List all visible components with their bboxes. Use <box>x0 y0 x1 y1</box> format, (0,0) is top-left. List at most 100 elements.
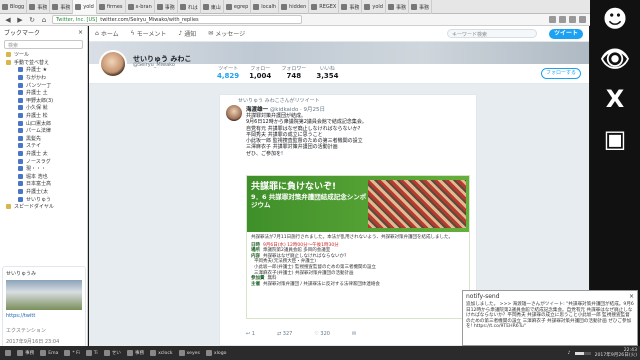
preview-url[interactable]: https://twitt <box>6 313 82 319</box>
bookmark-item[interactable]: 甲野太郎(3) <box>0 97 87 105</box>
taskbar-item[interactable]: * Fi <box>62 348 81 359</box>
bookmark-item[interactable]: せいりゅう <box>0 195 87 203</box>
close-icon[interactable]: × <box>629 293 634 300</box>
taskbar-item[interactable]: xclock <box>148 348 174 359</box>
bookmark-item[interactable]: 弁護士 土 <box>0 89 87 97</box>
stat-likes[interactable]: いいね 3,354 <box>316 65 338 80</box>
favicon-icon <box>253 4 260 10</box>
bookmark-item[interactable]: 現・・・ <box>0 165 87 173</box>
tab[interactable]: 事務 <box>386 0 409 14</box>
speaker-icon[interactable]: ♪ <box>568 351 571 356</box>
bookmark-item[interactable]: 弁護士 松 <box>0 112 87 120</box>
retweet-button[interactable]: ⇄ 327 <box>277 331 292 337</box>
bookmark-item[interactable]: パーム法律 <box>0 127 87 135</box>
reload-icon[interactable]: ↻ <box>28 16 36 24</box>
taskbar-item[interactable]: xeyes <box>177 348 202 359</box>
tab[interactable]: 事務 <box>155 0 178 14</box>
system-tray: ♪ 22:43 2017年9月26日(火) <box>568 348 637 358</box>
stat-followers[interactable]: フォロワー 748 <box>281 65 306 80</box>
tab[interactable]: れは <box>178 0 201 14</box>
poster-intro: 共謀罪法が7月11日施行されました。本法が乱用されないよう、共謀罪対策弁護団を結… <box>251 235 453 240</box>
tweet-card: せいりゅう みわこさんがリツイート 海渡雄一 @kidkaido · 9月25日… <box>219 94 477 346</box>
nav-notifications[interactable]: ♪ 通知 <box>178 29 196 38</box>
bookmark-item[interactable]: 山口憲太郎 <box>0 119 87 127</box>
bookmark-item[interactable]: パンツ一丁 <box>0 81 87 89</box>
tab[interactable]: 事務 <box>339 0 363 14</box>
download-icon[interactable] <box>559 16 566 23</box>
bookmark-item[interactable]: 黒髪先 <box>0 135 87 143</box>
bookmark-item[interactable]: 弁護士(太 <box>0 188 87 196</box>
profile-stats: ツイート 4,829 フォロー 1,004 フォロワー 748 いいね 3,354 <box>217 65 338 80</box>
start-menu-icon[interactable] <box>3 348 13 359</box>
nav-messages[interactable]: ✉ メッセージ <box>208 29 245 38</box>
follow-button[interactable]: フォローする <box>541 68 581 79</box>
stat-tweets[interactable]: ツイート 4,829 <box>217 65 239 80</box>
bookmark-item[interactable]: 弁護士 太 <box>0 150 87 158</box>
tab[interactable]: localh <box>251 0 280 14</box>
tab[interactable]: egrep <box>224 0 252 14</box>
lightning-icon: ϟ <box>130 30 135 37</box>
retweet-note: せいりゅう みわこさんがリツイート <box>238 98 320 104</box>
tab[interactable]: 事務 <box>27 0 51 14</box>
bookmark-item[interactable]: ステイ <box>0 142 87 150</box>
reply-button[interactable]: ↩ 1 <box>246 331 255 337</box>
clock[interactable]: 22:43 2017年9月26日(火) <box>595 348 637 358</box>
poster-subtitle: 9．6 共謀罪対策弁護団結成記念シンポジウム <box>251 193 367 209</box>
favicon-icon <box>18 128 23 134</box>
bookmark-item[interactable]: ノースラグ <box>0 157 87 165</box>
like-button[interactable]: ♡ 320 <box>314 331 330 337</box>
taskbar-item[interactable]: せい <box>102 348 123 359</box>
bookmark-item[interactable]: 小久保 就 <box>0 104 87 112</box>
preview-tab: エクステンション <box>6 328 46 334</box>
taskbar-item[interactable]: 事務 <box>15 348 36 359</box>
bookmark-star-icon[interactable] <box>549 16 556 23</box>
tab[interactable]: firmes <box>97 0 126 14</box>
bookmark-item[interactable]: ながかわ <box>0 74 87 82</box>
taskbar-item[interactable]: xlogo <box>204 348 229 359</box>
url-input[interactable]: Twitter, Inc. [US] twitter.com/Seiryu_Mi… <box>52 15 302 24</box>
taskbar-item[interactable]: 事務 <box>125 348 146 359</box>
tab[interactable]: Blogg <box>0 0 28 14</box>
poster-title: 共謀罪に負けないぞ! <box>251 182 337 192</box>
tab[interactable]: yold <box>362 0 386 14</box>
tab[interactable]: REGEX <box>309 0 340 14</box>
toolbar-icons <box>549 16 586 23</box>
home-icon[interactable]: ⌂ <box>40 16 48 24</box>
bookmark-item[interactable]: 堀本 浩也 <box>0 173 87 181</box>
nav-moments[interactable]: ϟ モーメント <box>131 29 167 38</box>
tab[interactable]: 東山 <box>201 0 224 14</box>
stat-following[interactable]: フォロー 1,004 <box>249 65 271 80</box>
tab[interactable]: yold <box>73 0 97 14</box>
tab[interactable]: hidden <box>279 0 310 14</box>
avatar[interactable] <box>226 105 242 121</box>
nav-home[interactable]: ⌂ ホーム <box>95 29 119 38</box>
favicon-icon <box>18 166 23 172</box>
tweet-image[interactable]: 共謀罪に負けないぞ! 9．6 共謀罪対策弁護団結成記念シンポジウム 共謀罪法が7… <box>246 175 470 319</box>
taskbar-item[interactable]: Ema <box>38 348 60 359</box>
taskbar-item[interactable]: Ti <box>84 348 100 359</box>
favicon-icon <box>98 4 105 10</box>
avatar[interactable] <box>99 50 127 78</box>
bookmark-folder[interactable]: スピードダイヤル <box>0 203 87 211</box>
bookmark-folder[interactable]: ツール <box>0 51 87 59</box>
bookmark-item[interactable]: 弁護士 ★ <box>0 66 87 74</box>
back-arrow-icon[interactable]: ◀ <box>4 16 12 24</box>
bookmark-folder[interactable]: 手動で並べ替え <box>0 59 87 67</box>
tab[interactable]: 事務 <box>50 0 74 14</box>
tab[interactable]: 事務 <box>409 0 432 14</box>
volume-level <box>574 351 585 355</box>
bookmark-search-input[interactable]: 検索 <box>4 40 83 49</box>
volume-slider[interactable] <box>574 351 591 355</box>
tweet-button[interactable]: ツイート <box>549 28 583 39</box>
favicon-icon <box>18 120 23 126</box>
preview-time: 2017年9月16日 23:04 <box>6 339 60 345</box>
favicon-icon <box>75 4 82 10</box>
forward-arrow-icon[interactable]: ▶ <box>16 16 24 24</box>
bookmark-item[interactable]: 日本富士高 <box>0 180 87 188</box>
tab[interactable]: x-bran <box>126 0 155 14</box>
menu-icon[interactable] <box>579 16 586 23</box>
close-icon[interactable]: × <box>78 29 83 36</box>
extension-icon[interactable] <box>569 16 576 23</box>
twitter-search-input[interactable]: キーワード検索 <box>447 29 537 38</box>
message-button[interactable]: ✉ <box>352 331 356 337</box>
